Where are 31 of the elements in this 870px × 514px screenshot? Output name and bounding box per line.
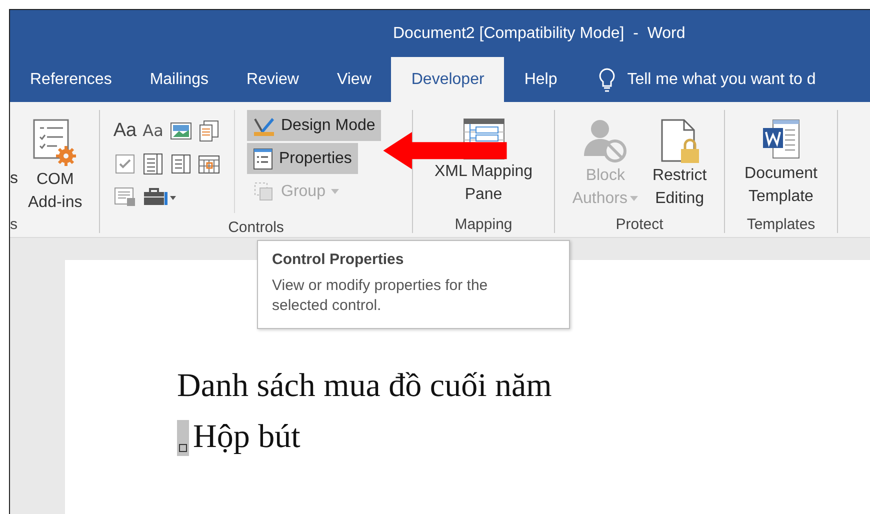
lightbulb-icon (599, 68, 616, 92)
group-label: Controls (228, 219, 284, 236)
ribbon-tab[interactable]: Help (506, 57, 576, 102)
document-text: Danh sách mua đồ cuối năm (177, 368, 553, 405)
group-label: s (10, 216, 18, 233)
plain-text-control[interactable]: Aa (112, 118, 138, 144)
group-label: Templates (746, 216, 816, 233)
group-icon (253, 180, 275, 202)
properties-list-icon (253, 148, 273, 170)
ribbon-button-label[interactable]: s (10, 170, 18, 216)
ribbon-tab[interactable]: Developer (391, 57, 504, 102)
ribbon-command[interactable]: Properties (247, 143, 358, 174)
window-title: Document2 [Compatibility Mode] - Word (393, 24, 686, 42)
ribbon-button[interactable]: Document Template (740, 110, 822, 216)
ribbon-tab[interactable]: View (318, 57, 390, 102)
ribbon-tab[interactable]: Review (228, 57, 317, 102)
content-control-text: Hộp bút (193, 419, 300, 456)
content-control-handle[interactable] (177, 420, 189, 456)
com-add-ins-button[interactable]: COM Add-ins (24, 110, 86, 216)
checklist-gear-icon (32, 118, 78, 168)
tell-me-field[interactable]: Tell me what you want to d (627, 70, 816, 88)
ribbon-tab[interactable]: Mailings (132, 57, 227, 102)
person-blocked-icon (582, 118, 628, 164)
ribbon-command[interactable]: Design Mode (247, 110, 382, 141)
tooltip-text: View or modify properties for the selected control. (272, 276, 489, 316)
group-label: Protect (616, 216, 664, 233)
group-label: Mapping (454, 216, 512, 233)
rich-text-control[interactable]: Aa (140, 118, 166, 144)
tooltip-title: Control Properties (272, 251, 405, 268)
ribbon-tab[interactable]: References (12, 57, 130, 102)
ribbon-button[interactable]: Restrict Editing (648, 110, 711, 216)
